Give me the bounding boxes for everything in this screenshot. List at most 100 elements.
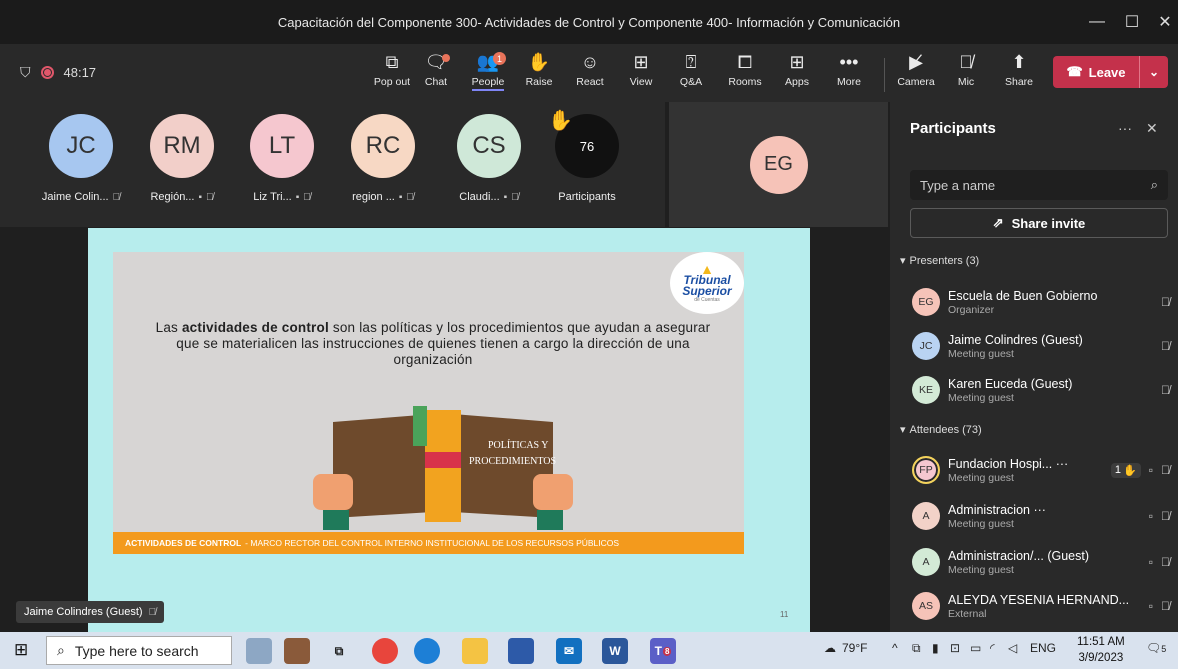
taskbar-search-input[interactable]: ⌕ Type here to search [46,636,232,665]
mic-off-icon: 🎙̸ [148,606,157,618]
participant-row[interactable]: EG Escuela de Buen Gobierno Organizer 🎙̸ [912,282,1170,322]
minimize-button[interactable]: — [1077,0,1117,44]
apps-button[interactable]: ⊞ Apps [772,50,822,98]
mic-off-icon: 🎙̸ [406,191,414,203]
edge-icon[interactable] [414,638,440,664]
shield-icon: ⛉ [20,64,31,80]
mic-button[interactable]: 🎙̸ Mic [941,50,991,98]
tray-icon[interactable]: ⊡ [950,641,960,655]
teams-icon[interactable]: T8 [650,638,676,664]
speaker-name-chip: Jaime Colindres (Guest) 🎙̸ [16,601,165,623]
tray-icon[interactable]: ⧉ [912,641,921,656]
participant-row[interactable]: JC Jaime Colindres (Guest) Meeting guest … [912,326,1170,366]
participant-name: Liz Tri... [253,191,292,203]
chevron-up-icon[interactable]: ^ [892,641,898,655]
notifications-icon[interactable]: 🗨5 [1146,641,1166,655]
participant-tile[interactable]: RC region ... ▪ 🎙̸ [338,114,428,214]
avatar: CS [457,114,521,178]
mic-off-icon: 🎙̸ [303,191,311,203]
wifi-icon[interactable]: ◜ [990,641,995,655]
camera-off-icon: ▫ [1148,509,1153,523]
participant-name: Claudi... [459,191,500,203]
search-icon: ⌕ [1150,177,1158,192]
participant-tile[interactable]: LT Liz Tri... ▪ 🎙̸ [237,114,327,214]
raise-hand-button[interactable]: ✋ Raise [514,50,564,98]
avatar: A [912,548,940,576]
people-button[interactable]: 👥 1 People [463,50,513,98]
avatar: A [912,502,940,530]
meeting-stage: JC Jaime Colin... 🎙̸ RM Región... ▪ 🎙̸ L… [0,102,890,669]
qa-icon: ⍰ [685,52,697,72]
participant-row[interactable]: FP Fundacion Hospi... ··· Meeting guest 1… [912,450,1170,490]
mic-off-icon: 🎙̸ [511,191,519,203]
avatar: RC [351,114,415,178]
taskbar-app-icon[interactable] [246,638,272,664]
word-icon[interactable]: W [602,638,628,664]
share-invite-button[interactable]: ⇗ Share invite [910,208,1168,238]
camera-off-icon: ▪ [198,191,203,203]
task-view-icon[interactable]: ⧉ [326,638,352,664]
mic-off-icon: 🎙̸ [959,52,973,72]
book-title-line1: POLÍTICAS Y [488,439,548,451]
tribunal-logo: ▲ Tribunal Superior de Cuentas [670,252,744,314]
camera-off-icon: ▪ [295,191,300,203]
participant-gallery: JC Jaime Colin... 🎙̸ RM Región... ▪ 🎙̸ L… [0,102,665,227]
participant-row[interactable]: A Administracion/... (Guest) Meeting gues… [912,542,1170,582]
meeting-toolbar: ⛉ 48:17 ⧉ Pop out 🗨 Chat 👥 1 People ✋ Ra… [0,44,1178,102]
raised-hand-badge: 1 ✋ [1110,462,1141,478]
briefcase-icon[interactable] [284,638,310,664]
pop-out-button[interactable]: ⧉ Pop out [367,50,417,98]
windows-start-icon[interactable]: ⊞ [14,640,28,660]
chevron-down-icon[interactable]: ⌄ [1140,65,1168,79]
more-button[interactable]: ••• More [824,50,874,98]
mail-icon[interactable]: ✉ [556,638,582,664]
react-button[interactable]: ☺ React [565,50,615,98]
volume-icon[interactable]: ◁ [1008,641,1017,655]
share-icon: ⬆ [1011,52,1027,72]
mic-off-icon: 🎙̸ [1161,383,1170,397]
view-button[interactable]: ⊞ View [616,50,666,98]
leave-main[interactable]: ☎ Leave [1053,56,1140,88]
participant-tile[interactable]: CS Claudi... ▪ 🎙̸ [444,114,534,214]
participant-tile[interactable]: RM Región... ▪ 🎙̸ [137,114,227,214]
mic-off-icon: 🎙̸ [1161,555,1170,569]
participant-search-input[interactable]: Type a name ⌕ [910,170,1168,200]
book-title-line2: PROCEDIMIENTOS [469,456,556,467]
participant-row[interactable]: AS ALEYDA YESENIA HERNAND... External ▫ 🎙… [912,586,1170,626]
participant-row[interactable]: A Administracion ··· Meeting guest ▫ 🎙̸ [912,496,1170,536]
window-title: Capacitación del Componente 300- Activid… [277,14,901,30]
phone-hangup-icon: ☎ [1066,64,1083,79]
participant-row[interactable]: KE Karen Euceda (Guest) Meeting guest 🎙̸ [912,370,1170,410]
weather-temp[interactable]: 79°F [842,641,867,655]
qa-button[interactable]: ⍰ Q&A [666,50,716,98]
chat-button[interactable]: 🗨 Chat [411,50,461,98]
participants-count-tile[interactable]: ✋ 76 Participants [542,110,632,214]
close-window-button[interactable]: ✕ [1145,0,1178,44]
panel-more-button[interactable]: ··· [1118,120,1132,136]
rooms-icon: ⧠ [737,52,753,72]
avatar: AS [912,592,940,620]
clock[interactable]: 11:51 AM 3/9/2023 [1077,634,1125,666]
chat-unread-dot [442,54,450,62]
language-indicator[interactable]: ENG [1030,641,1056,655]
battery-icon[interactable]: ▭ [970,641,981,655]
attendees-section-toggle[interactable]: ▾ Attendees (73) [900,423,982,437]
share-button[interactable]: ⬆ Share [994,50,1044,98]
leave-button[interactable]: ☎ Leave ⌄ [1053,56,1168,88]
participant-tile[interactable]: JC Jaime Colin... 🎙̸ [36,114,126,214]
tray-icon[interactable]: ▮ [932,641,939,655]
camera-button[interactable]: ▶̸ Camera [891,50,941,98]
avatar: KE [912,376,940,404]
store-icon[interactable] [508,638,534,664]
presenters-section-toggle[interactable]: ▾ Presenters (3) [900,254,979,268]
title-bar: Capacitación del Componente 300- Activid… [0,0,1178,44]
file-explorer-icon[interactable] [462,638,488,664]
featured-participant-tile[interactable]: EG [669,102,888,227]
avatar: LT [250,114,314,178]
rooms-button[interactable]: ⧠ Rooms [720,50,770,98]
meeting-timer: 48:17 [63,65,97,80]
weather-icon[interactable]: ☁ [824,641,836,655]
panel-close-button[interactable]: ✕ [1146,120,1158,137]
caret-down-icon: ▾ [900,424,906,436]
chrome-icon[interactable] [372,638,398,664]
